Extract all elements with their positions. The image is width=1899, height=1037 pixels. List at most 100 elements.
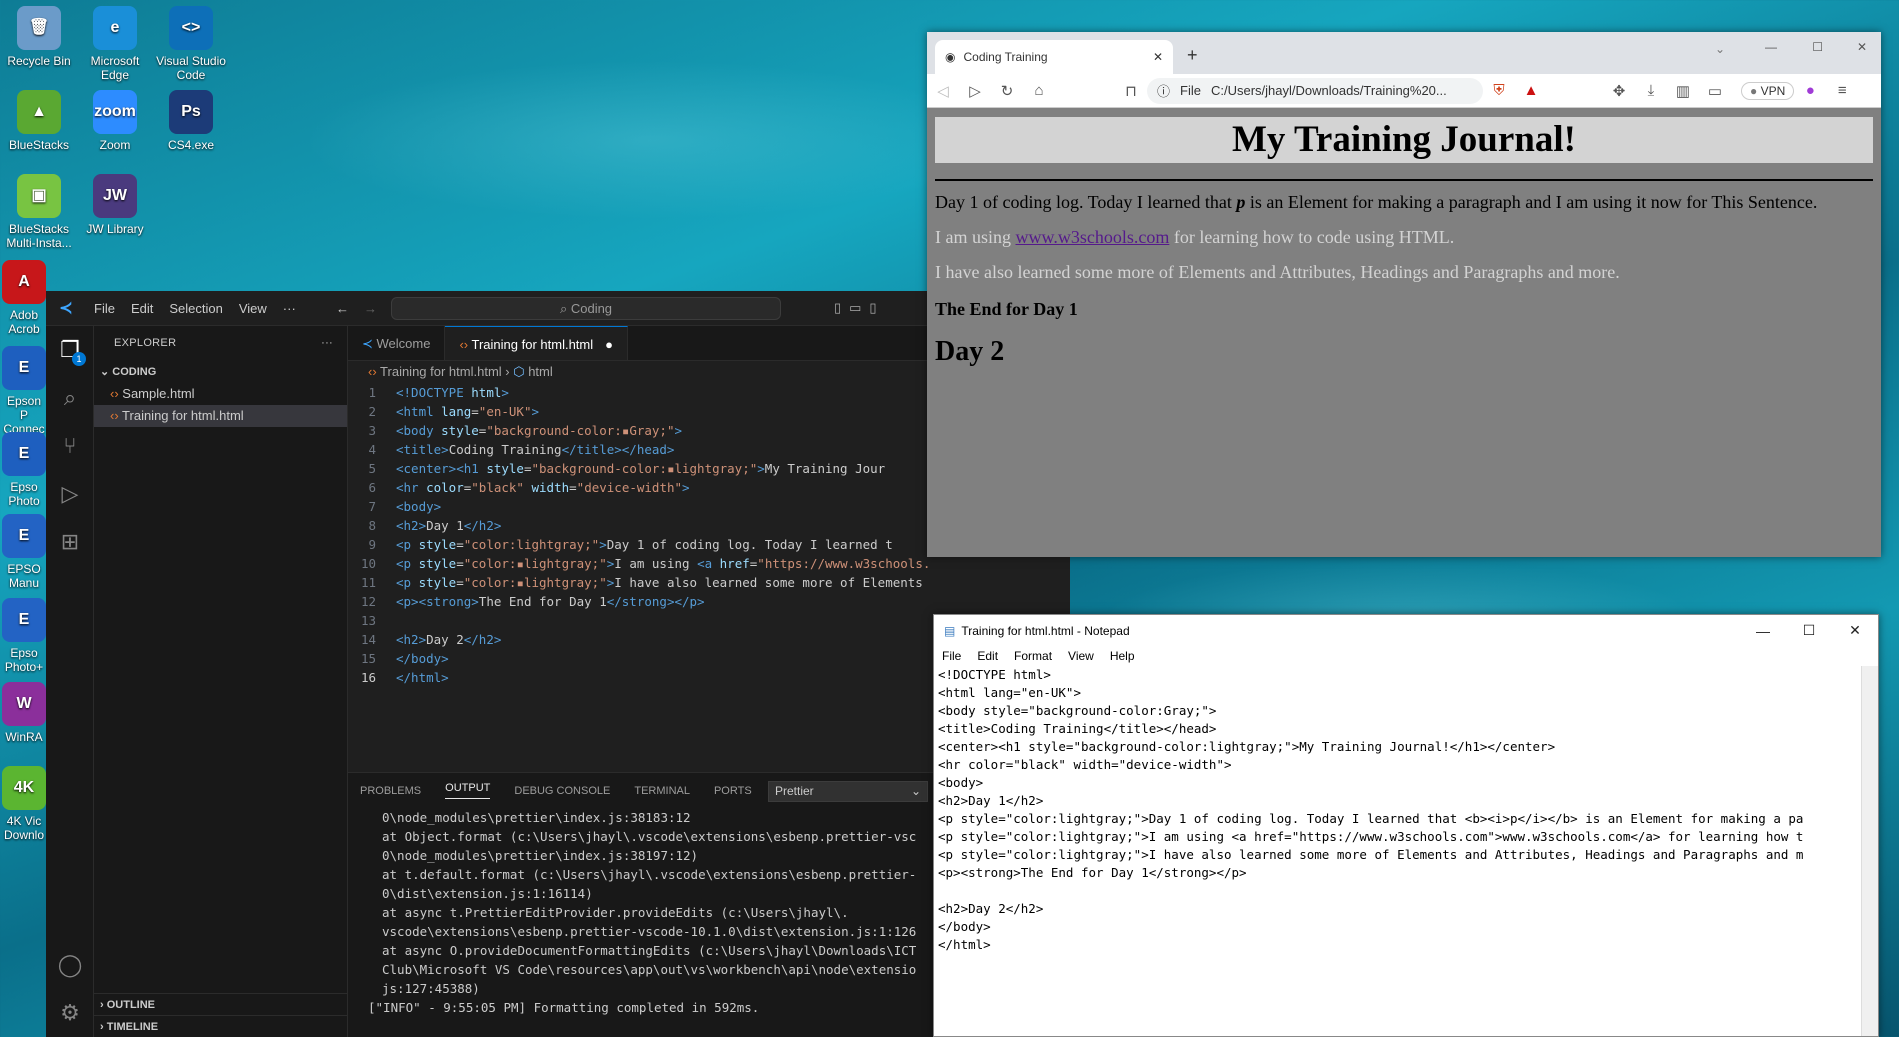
notepad-text-area[interactable]: <!DOCTYPE html> <html lang="en-UK"> <body … <box>934 666 1859 1026</box>
search-icon[interactable]: ⌕ <box>46 374 94 422</box>
breadcrumb-file[interactable]: Training for html.html <box>380 364 502 379</box>
breadcrumb-html[interactable]: html <box>528 364 553 379</box>
text-line: <title>Coding Training</title></head> <box>938 721 1217 736</box>
source-control-icon[interactable]: ⑂ <box>46 422 94 470</box>
minimize-icon[interactable]: — <box>1765 40 1777 54</box>
menu-item[interactable]: File <box>942 649 961 663</box>
text-line: </body> <box>938 919 991 934</box>
command-center-search[interactable]: ⌕ Coding <box>391 297 781 320</box>
file-training-html[interactable]: ‹› Training for html.html <box>94 405 347 427</box>
forward-arrow-icon[interactable]: → <box>364 301 377 316</box>
desktop-icon[interactable]: E Epso Photo <box>2 432 46 508</box>
panel-tab[interactable]: OUTPUT <box>445 782 491 799</box>
tab-list-icon[interactable]: ⌄ <box>1715 42 1725 56</box>
explorer-more-button[interactable]: ··· <box>321 326 333 361</box>
run-debug-icon[interactable]: ▷ <box>46 470 94 518</box>
code-token: I have also learned some more of Element… <box>614 575 923 590</box>
desktop-icon[interactable]: E Epso Photo+ <box>2 598 46 674</box>
panel-tab[interactable]: TERMINAL <box>634 785 690 797</box>
browser-toolbar: ◁ ▷ ↻ ⌂ ⊓ ⓘ File C:/Users/jhayl/Download… <box>927 74 1881 108</box>
bookmark-icon[interactable]: ⊓ <box>1115 82 1147 100</box>
folder-coding[interactable]: ⌄ CODING <box>94 361 347 383</box>
text-line: <p><strong>The End for Day 1</strong></p… <box>938 865 1247 880</box>
maximize-icon[interactable]: ☐ <box>1812 40 1823 54</box>
desktop-icon[interactable]: 🗑 Recycle Bin <box>2 6 76 68</box>
desktop-icon[interactable]: ▣ BlueStacks Multi-Insta... <box>2 174 76 250</box>
new-tab-button[interactable]: + <box>1187 45 1198 66</box>
code-token: </body> <box>396 651 449 666</box>
desktop-icon[interactable]: JW JW Library <box>78 174 152 236</box>
panel-tab[interactable]: PORTS <box>714 785 752 797</box>
code-token: "color:▪lightgray;" <box>463 575 607 590</box>
forward-icon[interactable]: ▷ <box>959 82 991 100</box>
desktop-icon[interactable]: 4K 4K Vic Downlo <box>2 766 46 842</box>
file-sample-html[interactable]: ‹› Sample.html <box>94 383 347 405</box>
menu-item[interactable]: ··· <box>283 301 296 316</box>
reload-icon[interactable]: ↻ <box>991 82 1023 100</box>
menu-item[interactable]: File <box>94 301 115 316</box>
code-token: > <box>599 537 607 552</box>
menu-item[interactable]: Format <box>1014 649 1052 663</box>
menu-item[interactable]: Edit <box>131 301 153 316</box>
explorer-icon[interactable]: ❐ 1 <box>46 326 94 374</box>
text-line: <h2>Day 1</h2> <box>938 793 1044 808</box>
brave-shield-icon[interactable]: ⛨ <box>1483 82 1515 99</box>
menu-item[interactable]: Selection <box>169 301 222 316</box>
output-channel-select[interactable]: Prettier ⌄ <box>768 781 928 802</box>
desktop-icon[interactable]: zoom Zoom <box>78 90 152 152</box>
extensions-icon[interactable]: ✥ <box>1603 82 1635 100</box>
manage-gear-icon[interactable]: ⚙ <box>46 989 94 1037</box>
code-token: <h2> <box>396 518 427 533</box>
sidebar-icon[interactable]: ▥ <box>1667 82 1699 100</box>
desktop-icon[interactable]: E EPSO Manu <box>2 514 46 590</box>
close-icon[interactable]: ✕ <box>1857 40 1867 54</box>
desktop-icon[interactable]: A Adob Acrob <box>2 260 46 336</box>
desktop-icon[interactable]: Ps CS4.exe <box>154 90 228 152</box>
address-bar[interactable]: ⓘ File C:/Users/jhayl/Downloads/Training… <box>1147 77 1483 104</box>
tab-welcome[interactable]: ≺ Welcome <box>348 326 446 360</box>
browser-window: ◉ Coding Training ✕ + ⌄ — ☐ ✕ ◁ ▷ ↻ ⌂ ⊓ … <box>927 32 1881 557</box>
tab-training-html[interactable]: ‹› Training for html.html ● <box>445 326 628 360</box>
vscode-logo-icon: ≺ <box>59 300 73 317</box>
vertical-scrollbar[interactable] <box>1861 666 1878 1036</box>
outline-section[interactable]: › OUTLINE <box>94 993 347 1015</box>
menu-item[interactable]: Help <box>1110 649 1135 663</box>
menu-item[interactable]: Edit <box>977 649 998 663</box>
back-arrow-icon[interactable]: ← <box>336 301 349 316</box>
close-icon[interactable]: ✕ <box>1832 615 1878 646</box>
extensions-icon[interactable]: ⊞ <box>46 518 94 566</box>
desktop-icon[interactable]: W WinRA <box>2 682 46 744</box>
text-line: <p style="color:lightgray;">I am using <… <box>938 829 1804 844</box>
app-icon: ▲ <box>17 90 61 134</box>
panel-tab[interactable]: PROBLEMS <box>360 785 421 797</box>
vpn-button[interactable]: ● VPN <box>1741 81 1795 100</box>
w3schools-link[interactable]: www.w3schools.com <box>1016 227 1170 247</box>
desktop-icon[interactable]: E Epson P Connec <box>2 346 46 436</box>
browser-tab-coding-training[interactable]: ◉ Coding Training ✕ <box>935 40 1173 74</box>
unsaved-dot-icon[interactable]: ● <box>605 337 613 352</box>
code-token: Coding Training <box>448 442 562 457</box>
back-icon[interactable]: ◁ <box>927 82 959 100</box>
code-token: <a <box>697 556 720 571</box>
profile-avatar[interactable]: ● <box>1794 82 1826 99</box>
timeline-section[interactable]: › TIMELINE <box>94 1015 347 1037</box>
maximize-icon[interactable]: ☐ <box>1786 615 1832 646</box>
account-icon[interactable]: ◯ <box>46 941 94 989</box>
desktop-icon[interactable]: <> Visual Studio Code <box>154 6 228 82</box>
rewards-icon[interactable]: ▲ <box>1515 82 1547 99</box>
desktop-icon[interactable]: ▲ BlueStacks <box>2 90 76 152</box>
home-icon[interactable]: ⌂ <box>1023 82 1055 99</box>
code-token: html <box>471 385 502 400</box>
menu-item[interactable]: View <box>1068 649 1094 663</box>
menu-icon[interactable]: ≡ <box>1826 82 1858 99</box>
desktop-icon[interactable]: e Microsoft Edge <box>78 6 152 82</box>
code-token: = <box>463 480 472 495</box>
chevron-down-icon: ⌄ <box>100 366 113 378</box>
minimize-icon[interactable]: — <box>1740 615 1786 646</box>
wallet-icon[interactable]: ▭ <box>1699 82 1731 100</box>
downloads-icon[interactable]: ⤓ <box>1635 82 1667 99</box>
panel-tab[interactable]: DEBUG CONSOLE <box>514 785 610 797</box>
close-tab-icon[interactable]: ✕ <box>1153 50 1163 64</box>
layout-icons[interactable]: ▯▭▯ <box>834 300 885 316</box>
menu-item[interactable]: View <box>239 301 267 316</box>
